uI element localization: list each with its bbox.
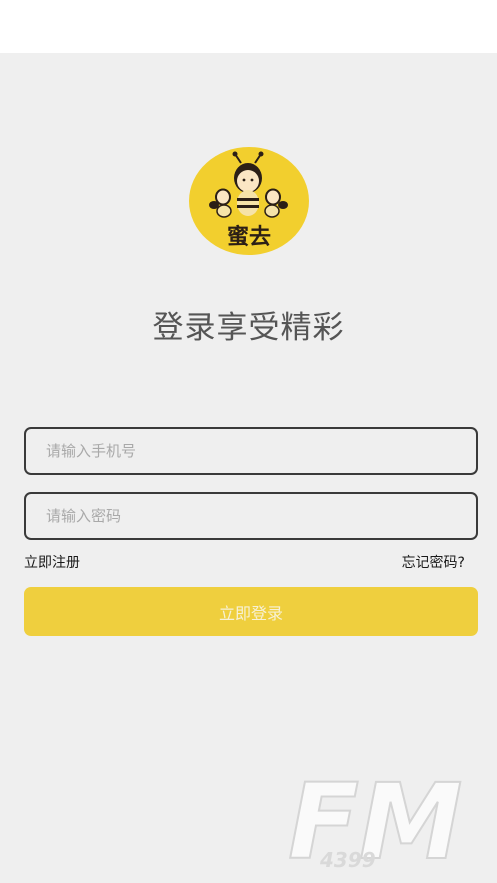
page-title: 登录享受精彩 [152,310,345,346]
register-link[interactable]: 立即注册 [24,552,80,572]
login-button[interactable]: 立即登录 [24,587,478,636]
phone-input[interactable] [26,429,476,473]
status-bar [0,0,497,53]
password-input[interactable] [26,494,476,538]
password-field[interactable] [24,492,478,540]
watermark-subtext: 4399 [319,848,376,870]
phone-field[interactable] [24,427,478,475]
logo-text: 蜜去 [227,224,271,250]
forgot-password-link[interactable]: 忘记密码? [402,552,465,572]
app-logo: 蜜去 [189,147,309,255]
fm-watermark: FM 4399 [287,770,464,870]
